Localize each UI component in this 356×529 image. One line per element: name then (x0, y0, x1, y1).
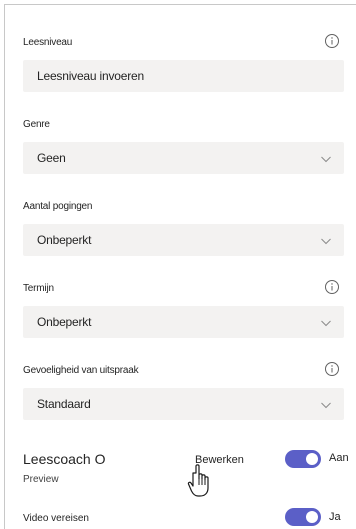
deadline-label: Termijn (23, 283, 54, 294)
chevron-down-icon (320, 152, 332, 164)
pronunciation-sensitivity-label: Gevoeligheid van uitspraak (23, 365, 139, 376)
require-video-toggle-label: Ja (329, 511, 341, 523)
info-icon[interactable] (324, 33, 340, 49)
toggle-knob (306, 453, 318, 465)
reading-coach-title: Leescoach O (23, 451, 106, 467)
genre-label: Genre (23, 119, 50, 130)
require-video-toggle[interactable] (285, 508, 321, 526)
settings-panel: Leesniveau Leesniveau invoeren Genre Gee… (4, 4, 356, 529)
genre-dropdown[interactable]: Geen (23, 142, 344, 174)
reading-coach-preview-label: Preview (23, 474, 59, 485)
reading-level-input[interactable]: Leesniveau invoeren (23, 60, 344, 92)
deadline-value: Onbeperkt (37, 315, 92, 329)
reading-level-label: Leesniveau (23, 37, 73, 48)
pronunciation-sensitivity-value: Standaard (37, 397, 91, 411)
info-icon[interactable] (324, 361, 340, 377)
deadline-section: Termijn Onbeperkt (23, 279, 350, 359)
toggle-knob (306, 511, 318, 523)
reading-level-section: Leesniveau Leesniveau invoeren (23, 33, 350, 113)
chevron-down-icon (320, 234, 332, 246)
attempts-value: Onbeperkt (37, 233, 92, 247)
info-icon[interactable] (324, 279, 340, 295)
chevron-down-icon (320, 316, 332, 328)
attempts-section: Aantal pogingen Onbeperkt (23, 197, 350, 277)
require-video-label: Video vereisen (23, 513, 89, 524)
attempts-dropdown[interactable]: Onbeperkt (23, 224, 344, 256)
deadline-dropdown[interactable]: Onbeperkt (23, 306, 344, 338)
pronunciation-sensitivity-section: Gevoeligheid van uitspraak Standaard (23, 361, 350, 441)
attempts-label: Aantal pogingen (23, 201, 93, 212)
genre-section: Genre Geen (23, 115, 350, 195)
pronunciation-sensitivity-dropdown[interactable]: Standaard (23, 388, 344, 420)
chevron-down-icon (320, 398, 332, 410)
reading-level-placeholder: Leesniveau invoeren (37, 69, 144, 83)
reading-coach-toggle[interactable] (285, 450, 321, 468)
reading-coach-toggle-label: Aan (329, 452, 349, 464)
hand-cursor-icon (187, 463, 217, 499)
genre-value: Geen (37, 151, 66, 165)
